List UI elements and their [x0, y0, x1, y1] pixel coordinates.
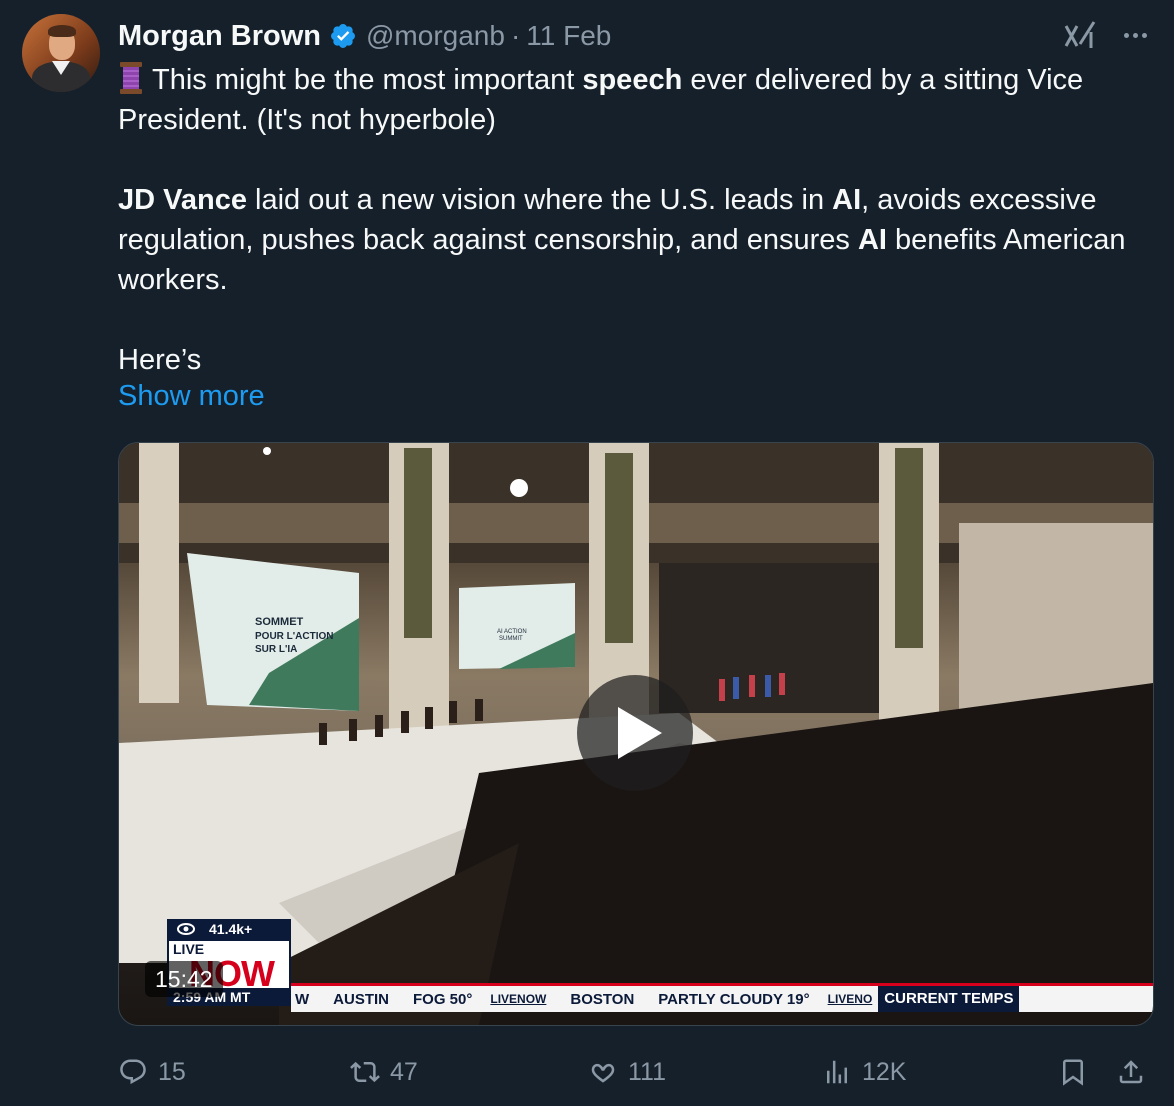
tweet-line1-bold: speech — [582, 64, 683, 96]
reply-count: 15 — [158, 1057, 186, 1086]
tweet-text: This might be the most important speech … — [118, 60, 1158, 380]
screen-left-line-2: POUR L'ACTION — [255, 631, 334, 642]
views-button[interactable]: 12K — [822, 1050, 906, 1094]
screen-right-line-2: SUMMIT — [499, 636, 523, 642]
bookmark-icon — [1063, 1059, 1083, 1086]
tweet-paragraph-1: This might be the most important speech … — [118, 60, 1158, 140]
grok-icon[interactable] — [1063, 18, 1099, 52]
repost-button[interactable]: 47 — [350, 1050, 418, 1094]
reply-icon — [120, 1059, 146, 1085]
eye-icon — [177, 923, 195, 935]
tweet-p2-a: laid out a new vision where the U.S. lea… — [246, 184, 833, 216]
tweet-paragraph-2: JD Vance laid out a new vision where the… — [118, 180, 1158, 300]
play-button[interactable] — [577, 675, 693, 791]
author-handle[interactable]: @morganb — [366, 20, 505, 52]
more-dot — [1141, 32, 1147, 38]
tweet-header: Morgan Brown @morganb · 11 Feb — [118, 16, 611, 56]
ticker-logo-1: LIVENOW — [490, 992, 547, 1006]
avatar[interactable] — [22, 14, 100, 92]
author-name[interactable]: Morgan Brown — [118, 20, 321, 53]
tweet-date[interactable]: 11 Feb — [526, 20, 611, 52]
screen-left-line-1: SOMMET — [255, 616, 304, 628]
tweet-actions: 15 47 111 12K — [118, 1050, 1154, 1094]
more-dot — [1132, 32, 1138, 38]
avatar-hair — [48, 25, 76, 37]
ticker-city-1: AUSTIN — [333, 990, 390, 1008]
live-views-badge: 41.4k+ — [167, 919, 291, 939]
ticker-current-temps: CURRENT TEMPS — [878, 986, 1020, 1012]
like-button[interactable]: 111 — [588, 1050, 666, 1094]
ticker-conditions-1: FOG 50° — [413, 990, 473, 1008]
views-count: 12K — [862, 1057, 907, 1086]
repost-count: 47 — [390, 1057, 418, 1086]
play-icon — [618, 707, 662, 759]
verified-badge-icon[interactable] — [329, 22, 357, 50]
header-separator: · — [510, 20, 521, 51]
screen-right-line-1: AI ACTION — [497, 629, 527, 635]
thread-spool-icon — [120, 62, 142, 94]
reply-button[interactable]: 15 — [118, 1050, 186, 1094]
tweet-paragraph-3: Here’s — [118, 344, 202, 376]
views-icon — [827, 1060, 847, 1084]
ticker-conditions-2: PARTLY CLOUDY 19° — [658, 990, 810, 1008]
tweet-p2-bold2: AI — [832, 184, 862, 216]
share-icon — [1119, 1060, 1143, 1084]
video-player[interactable]: SOMMET POUR L'ACTION SUR L'IA AI ACTION … — [118, 442, 1154, 1026]
news-ticker: W AUSTIN FOG 50° LIVENOW BOSTON PARTLY C… — [291, 983, 1153, 1012]
show-more-link[interactable]: Show more — [118, 380, 265, 413]
ticker-logo-2: LIVENO — [827, 992, 873, 1006]
live-views-count: 41.4k+ — [209, 921, 253, 937]
ticker-city-2: BOSTON — [570, 990, 635, 1008]
tweet-p2-bold3: AI — [857, 224, 887, 256]
heart-icon — [591, 1063, 615, 1083]
more-dot — [1123, 32, 1129, 38]
ticker-w: W — [295, 990, 310, 1008]
tweet-p2-bold1: JD Vance — [118, 184, 247, 216]
bookmark-button[interactable] — [1058, 1050, 1098, 1094]
more-icon[interactable] — [1117, 18, 1153, 52]
video-duration: 15:42 — [145, 961, 223, 997]
tweet-line1-pre: This might be the most important — [152, 64, 583, 96]
repost-icon — [350, 1061, 380, 1083]
share-button[interactable] — [1116, 1050, 1156, 1094]
screen-left-line-3: SUR L'IA — [255, 644, 297, 655]
like-count: 111 — [628, 1057, 667, 1086]
